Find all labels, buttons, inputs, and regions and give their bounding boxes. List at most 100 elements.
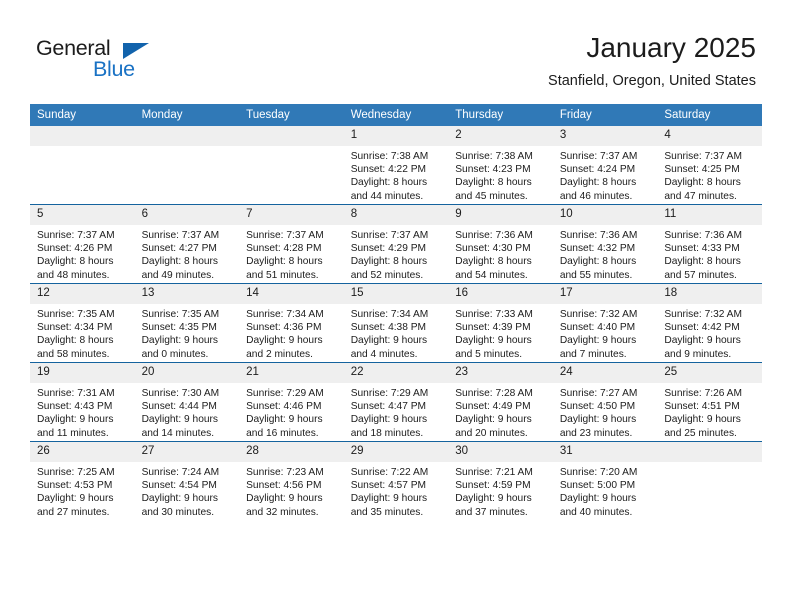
sunrise-time: Sunrise: 7:36 AM (559, 230, 638, 241)
day-number: 26 (30, 442, 135, 462)
day-number: 9 (448, 205, 553, 225)
calendar-day-cell[interactable]: 14 Sunrise: 7:34 AM Sunset: 4:36 PM Dayligh… (239, 283, 344, 363)
daylight-duration-line2: and 5 minutes. (455, 348, 523, 360)
day-details: Sunrise: 7:29 AM Sunset: 4:46 PM Daylight:… (239, 383, 344, 440)
sunrise-time: Sunrise: 7:34 AM (246, 309, 324, 320)
sunrise-time: Sunrise: 7:32 AM (664, 309, 742, 320)
day-details: Sunrise: 7:21 AM Sunset: 4:59 PM Daylight:… (448, 462, 553, 519)
calendar-day-cell[interactable]: 30 Sunrise: 7:21 AM Sunset: 4:59 PM Dayligh… (448, 441, 553, 520)
calendar-day-cell[interactable]: 22 Sunrise: 7:29 AM Sunset: 4:47 PM Dayligh… (343, 362, 449, 442)
day-details: Sunrise: 7:37 AM Sunset: 4:28 PM Daylight:… (239, 225, 344, 282)
day-number: 22 (343, 363, 449, 383)
calendar-day-cell[interactable]: 10 Sunrise: 7:36 AM Sunset: 4:32 PM Dayligh… (552, 204, 658, 284)
calendar-day-cell[interactable]: 31 Sunrise: 7:20 AM Sunset: 5:00 PM Dayligh… (552, 441, 658, 520)
daylight-duration-line2: and 18 minutes. (350, 427, 424, 439)
daylight-duration-line2: and 11 minutes. (37, 427, 109, 439)
day-details: Sunrise: 7:33 AM Sunset: 4:39 PM Daylight:… (448, 304, 553, 361)
daylight-duration-line2: and 54 minutes. (455, 269, 528, 281)
sunrise-time: Sunrise: 7:37 AM (350, 230, 429, 241)
calendar-day-cell[interactable]: 28 Sunrise: 7:23 AM Sunset: 4:56 PM Dayligh… (239, 441, 344, 520)
daylight-duration-line1: Daylight: 9 hours (455, 414, 532, 426)
calendar-day-cell[interactable]: 7 Sunrise: 7:37 AM Sunset: 4:28 PM Daylight… (239, 204, 344, 284)
sunrise-time: Sunrise: 7:35 AM (141, 309, 220, 320)
day-number: 2 (448, 126, 553, 146)
sunrise-time: Sunrise: 7:21 AM (455, 467, 533, 478)
day-details: Sunrise: 7:26 AM Sunset: 4:51 PM Daylight:… (657, 383, 762, 440)
weekday-header-monday: Monday (134, 104, 240, 126)
calendar-day-cell[interactable]: 26 Sunrise: 7:25 AM Sunset: 4:53 PM Dayligh… (30, 441, 135, 520)
location-subtitle: Stanfield, Oregon, United States (548, 73, 756, 89)
day-number: 24 (552, 363, 658, 383)
day-details (657, 462, 762, 466)
daylight-duration-line1: Daylight: 8 hours (350, 177, 428, 189)
calendar-day-cell[interactable]: 25 Sunrise: 7:26 AM Sunset: 4:51 PM Dayligh… (657, 362, 762, 442)
calendar-day-cell[interactable]: 13 Sunrise: 7:35 AM Sunset: 4:35 PM Dayligh… (134, 283, 240, 363)
calendar-day-cell[interactable]: 12 Sunrise: 7:35 AM Sunset: 4:34 PM Dayligh… (30, 283, 135, 363)
day-details: Sunrise: 7:35 AM Sunset: 4:35 PM Daylight:… (135, 304, 240, 361)
sunset-time: Sunset: 4:25 PM (664, 164, 740, 176)
day-number: 29 (343, 442, 449, 462)
sunset-time: Sunset: 4:23 PM (455, 164, 531, 176)
weekday-header-tuesday: Tuesday (239, 104, 344, 126)
calendar-day-cell[interactable]: 6 Sunrise: 7:37 AM Sunset: 4:27 PM Daylight… (134, 204, 240, 284)
calendar-day-cell[interactable]: 27 Sunrise: 7:24 AM Sunset: 4:54 PM Dayligh… (134, 441, 240, 520)
daylight-duration-line2: and 7 minutes. (559, 348, 627, 360)
sunset-time: Sunset: 4:38 PM (350, 322, 427, 334)
daylight-duration-line1: Daylight: 8 hours (559, 256, 637, 268)
calendar-day-cell[interactable]: 3 Sunrise: 7:37 AM Sunset: 4:24 PM Daylight… (552, 126, 658, 205)
daylight-duration-line2: and 48 minutes. (37, 269, 110, 281)
day-details: Sunrise: 7:27 AM Sunset: 4:50 PM Daylight:… (553, 383, 658, 440)
day-number: 13 (134, 284, 240, 304)
day-number (239, 126, 344, 146)
calendar-day-cell[interactable]: 9 Sunrise: 7:36 AM Sunset: 4:30 PM Daylight… (448, 204, 553, 284)
day-details: Sunrise: 7:37 AM Sunset: 4:26 PM Daylight:… (30, 225, 135, 282)
daylight-duration-line1: Daylight: 8 hours (455, 256, 532, 268)
day-details: Sunrise: 7:30 AM Sunset: 4:44 PM Daylight:… (135, 383, 240, 440)
sunrise-time: Sunrise: 7:36 AM (664, 230, 742, 241)
calendar-day-cell[interactable]: 17 Sunrise: 7:32 AM Sunset: 4:40 PM Dayligh… (552, 283, 658, 363)
sunset-time: Sunset: 4:51 PM (664, 401, 740, 413)
sunrise-time: Sunrise: 7:33 AM (455, 309, 533, 320)
sunset-time: Sunset: 4:49 PM (455, 401, 531, 413)
page-header: General Blue January 2025 Stanfield, Ore… (0, 0, 792, 104)
sunrise-time: Sunrise: 7:37 AM (246, 230, 324, 241)
daylight-duration-line1: Daylight: 8 hours (559, 177, 637, 189)
general-blue-logo[interactable]: General Blue (36, 36, 166, 88)
calendar-day-cell[interactable]: 24 Sunrise: 7:27 AM Sunset: 4:50 PM Dayligh… (552, 362, 658, 442)
calendar-day-cell[interactable]: 18 Sunrise: 7:32 AM Sunset: 4:42 PM Dayligh… (657, 283, 762, 363)
day-number: 19 (30, 363, 135, 383)
day-number (657, 442, 762, 462)
daylight-duration-line1: Daylight: 8 hours (141, 256, 219, 268)
sunrise-time: Sunrise: 7:24 AM (141, 467, 220, 478)
daylight-duration-line1: Daylight: 8 hours (37, 335, 114, 347)
daylight-duration-line2: and 57 minutes. (664, 269, 737, 281)
sunset-time: Sunset: 4:46 PM (246, 401, 322, 413)
daylight-duration-line2: and 14 minutes. (141, 427, 215, 439)
sunrise-time: Sunrise: 7:22 AM (350, 467, 429, 478)
daylight-duration-line1: Daylight: 9 hours (455, 335, 532, 347)
day-details (30, 146, 135, 150)
weekday-header-sunday: Sunday (30, 104, 135, 126)
calendar-day-cell[interactable]: 11 Sunrise: 7:36 AM Sunset: 4:33 PM Dayligh… (657, 204, 762, 284)
day-details: Sunrise: 7:29 AM Sunset: 4:47 PM Daylight:… (344, 383, 449, 440)
calendar-day-cell[interactable]: 20 Sunrise: 7:30 AM Sunset: 4:44 PM Dayligh… (134, 362, 240, 442)
calendar-day-cell[interactable]: 29 Sunrise: 7:22 AM Sunset: 4:57 PM Dayligh… (343, 441, 449, 520)
calendar-day-cell[interactable]: 15 Sunrise: 7:34 AM Sunset: 4:38 PM Dayligh… (343, 283, 449, 363)
calendar-day-cell[interactable]: 1 Sunrise: 7:38 AM Sunset: 4:22 PM Daylight… (343, 126, 449, 205)
sunrise-time: Sunrise: 7:37 AM (37, 230, 115, 241)
daylight-duration-line1: Daylight: 9 hours (664, 335, 741, 347)
calendar-day-cell[interactable]: 5 Sunrise: 7:37 AM Sunset: 4:26 PM Daylight… (30, 204, 135, 284)
calendar-day-cell[interactable]: 19 Sunrise: 7:31 AM Sunset: 4:43 PM Dayligh… (30, 362, 135, 442)
calendar-day-cell[interactable]: 23 Sunrise: 7:28 AM Sunset: 4:49 PM Dayligh… (448, 362, 553, 442)
day-details: Sunrise: 7:37 AM Sunset: 4:25 PM Daylight:… (657, 146, 762, 203)
daylight-duration-line1: Daylight: 9 hours (559, 493, 637, 505)
calendar-day-cell[interactable]: 16 Sunrise: 7:33 AM Sunset: 4:39 PM Dayligh… (448, 283, 553, 363)
sunset-time: Sunset: 4:44 PM (141, 401, 217, 413)
daylight-duration-line2: and 47 minutes. (664, 190, 737, 202)
day-number: 31 (552, 442, 658, 462)
calendar-day-cell[interactable]: 2 Sunrise: 7:38 AM Sunset: 4:23 PM Daylight… (448, 126, 553, 205)
calendar-day-cell[interactable]: 4 Sunrise: 7:37 AM Sunset: 4:25 PM Daylight… (657, 126, 762, 205)
calendar-day-cell[interactable]: 21 Sunrise: 7:29 AM Sunset: 4:46 PM Dayligh… (239, 362, 344, 442)
daylight-duration-line2: and 51 minutes. (246, 269, 319, 281)
calendar-day-cell[interactable]: 8 Sunrise: 7:37 AM Sunset: 4:29 PM Daylight… (343, 204, 449, 284)
